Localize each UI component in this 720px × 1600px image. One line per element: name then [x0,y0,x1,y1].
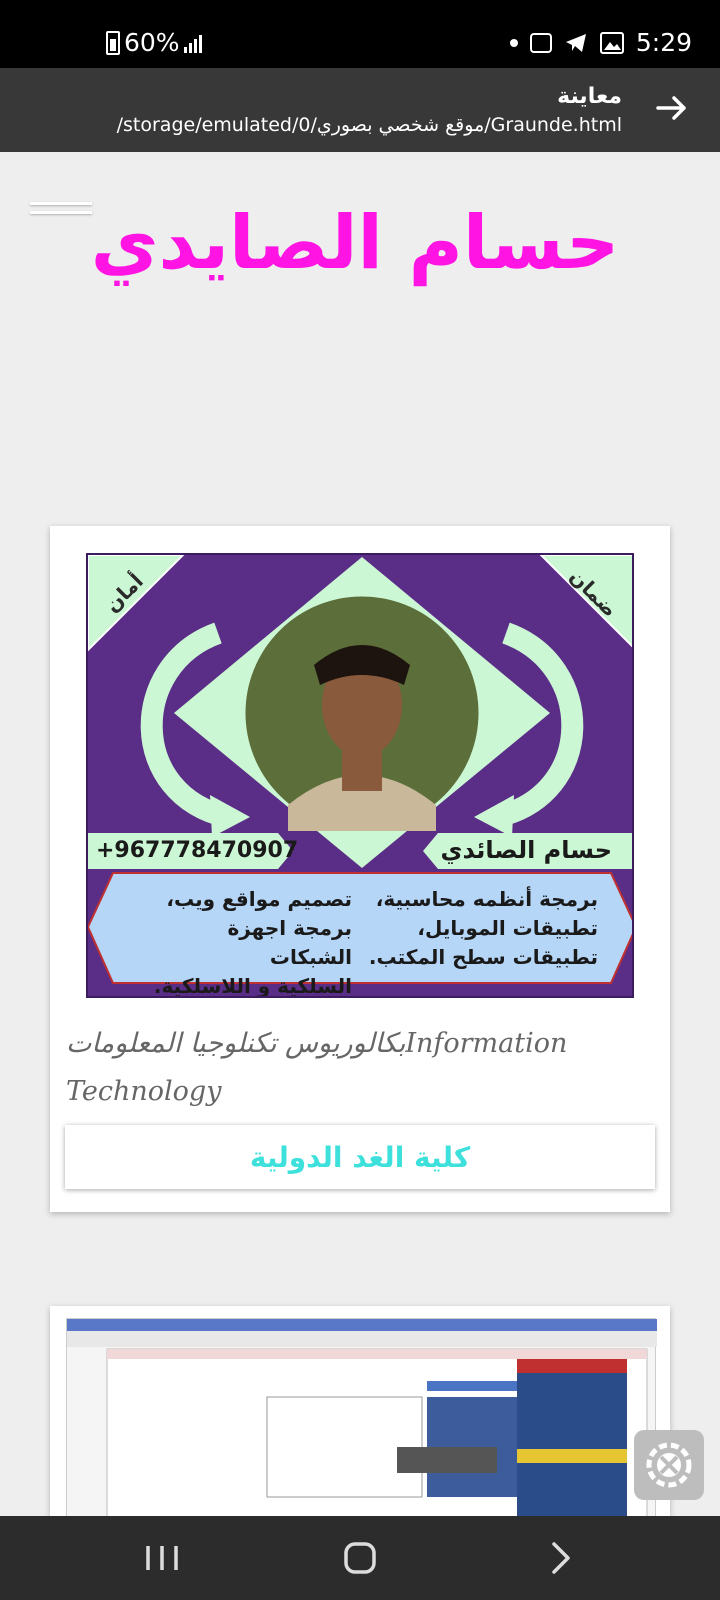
screenshot-graphics [67,1319,657,1516]
clock: 5:29 [635,28,692,57]
recent-apps-icon[interactable] [140,1538,184,1578]
poster-services-left: تصميم مواقع ويب، برمجة اجهزة الشبكات الس… [142,885,352,998]
file-path: /storage/emulated/0/موقع شخصي بصوري/Grau… [116,114,622,136]
status-right: 5:29 [509,28,692,57]
project-screenshot [66,1318,657,1516]
gallery-icon [599,31,624,54]
battery-percent: 60% [124,28,180,57]
service-line: برمجة أنظمه محاسبية، [375,887,598,911]
navigation-bar [0,1516,720,1600]
arrow-right-icon[interactable] [654,90,690,126]
service-line: تصميم مواقع ويب، [166,887,352,911]
degree-text: بكالوريوس تكنلوجيا المعلوماتInformation … [66,1028,568,1107]
service-line: تطبيقات سطح المكتب. [368,945,598,969]
app-bar-title: معاينة [557,84,622,109]
home-icon[interactable] [338,1538,382,1578]
signal-icon [183,33,202,53]
chat-icon [529,32,552,53]
status-bar: 60% 5:29 [0,0,720,68]
back-icon[interactable] [540,1538,584,1578]
poster-phone: +967778470907 [96,838,299,863]
poster-services-right: برمجة أنظمه محاسبية، تطبيقات الموبايل، ت… [369,885,598,972]
notification-dot-icon [509,38,518,47]
service-line: السلكية و اللاسلكية. [153,974,352,998]
battery-icon [106,30,120,55]
site-title: حسام الصايدي [90,200,620,286]
telegram-icon [565,33,586,52]
project-card [50,1306,670,1516]
app-bar: معاينة /storage/emulated/0/موقع شخصي بصو… [0,68,720,152]
status-left: 60% [106,28,202,57]
profile-card: أمان ضمان +967778470907 حسام الصائدي برم… [50,526,670,1212]
service-line: برمجة اجهزة الشبكات [227,916,352,969]
profile-poster: أمان ضمان +967778470907 حسام الصائدي برم… [86,553,634,998]
settings-tools-icon[interactable] [634,1430,704,1500]
college-button[interactable]: كلية الغد الدولية [65,1125,655,1189]
service-line: تطبيقات الموبايل، [417,916,598,940]
poster-name: حسام الصائدي [440,836,612,864]
